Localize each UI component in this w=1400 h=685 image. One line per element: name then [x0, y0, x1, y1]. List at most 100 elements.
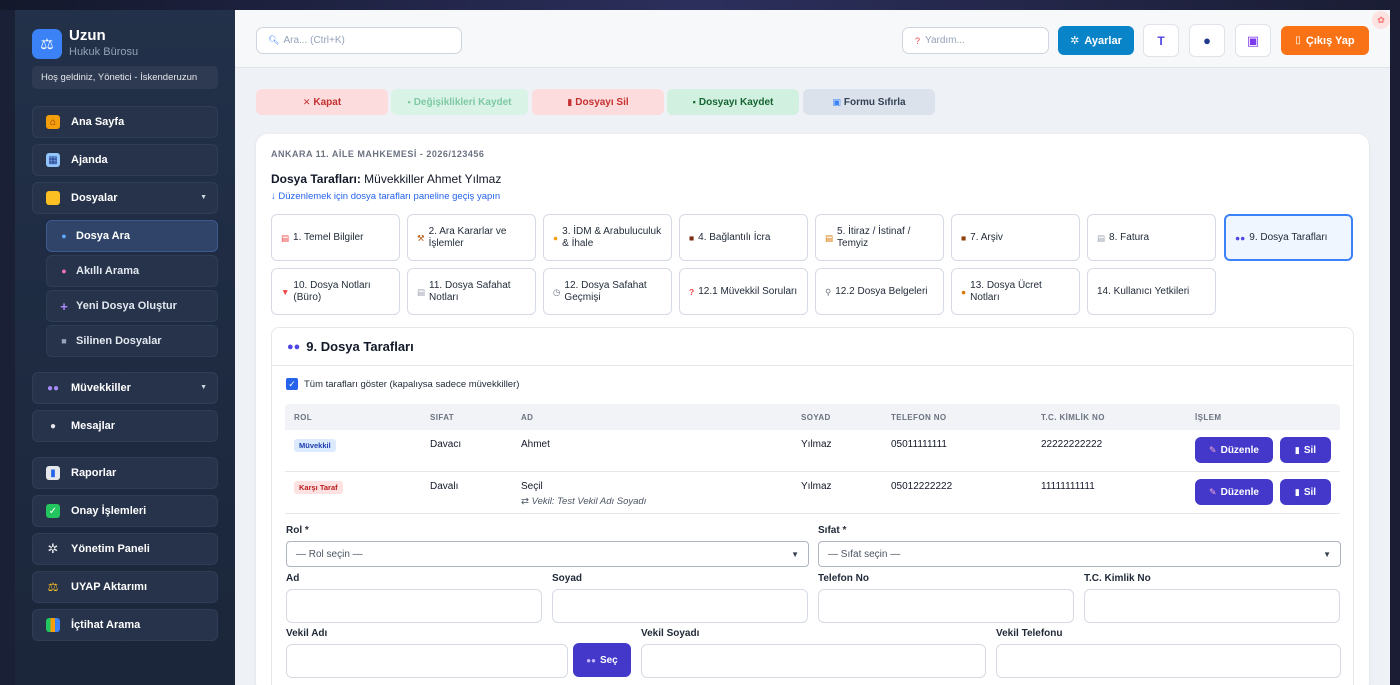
- tab-label: 10. Dosya Notları (Büro): [293, 279, 371, 303]
- sidebar-item-label: UYAP Aktarımı: [71, 581, 148, 593]
- tc-label: T.C. Kimlik No: [1084, 573, 1151, 584]
- scroll-icon: ▤: [825, 232, 834, 243]
- column-header: AD: [521, 413, 534, 422]
- settings-button[interactable]: ✲ Ayarlar: [1058, 26, 1134, 55]
- tab-mediation-auction[interactable]: ● 3. İDM & Arabuluculuk & İhale: [543, 214, 672, 261]
- tab-label: 11. Dosya Safahat Notları: [429, 279, 511, 303]
- users-icon: ●●: [1235, 232, 1246, 243]
- teams-button[interactable]: T: [1143, 24, 1179, 57]
- tc-input[interactable]: [1084, 589, 1340, 623]
- sidebar-item-label: Yönetim Paneli: [71, 543, 150, 555]
- rol-select[interactable]: — Rol seçin — ▼: [286, 541, 809, 567]
- checkbox-checked-icon[interactable]: ✓: [286, 378, 298, 390]
- tab-progress-notes[interactable]: ▤ 11. Dosya Safahat Notları: [407, 268, 536, 315]
- tab-user-permissions[interactable]: 14. Kullanıcı Yetkileri: [1087, 268, 1216, 315]
- vekil-adi-input[interactable]: [286, 644, 568, 678]
- cell-soyad: Yılmaz: [801, 481, 832, 492]
- sidebar-subitem-new-file[interactable]: + Yeni Dosya Oluştur: [46, 290, 218, 322]
- role-badge: Karşı Taraf: [294, 481, 343, 494]
- ad-input[interactable]: [286, 589, 542, 623]
- top-bar: 🔍︎ Ara... (Ctrl+K) ? Yardım... ✲ Ayarlar…: [235, 10, 1390, 68]
- sidebar-subitem-deleted-files[interactable]: ■ Silinen Dosyalar: [46, 325, 218, 357]
- telefon-label: Telefon No: [818, 573, 869, 584]
- sidebar-item-reports[interactable]: ▮ Raporlar: [32, 457, 218, 489]
- delete-label: Sil: [1303, 444, 1317, 456]
- brand-subtitle: Hukuk Bürosu: [69, 46, 139, 58]
- parties-label: Dosya Tarafları:: [271, 172, 361, 186]
- close-icon: ✕: [302, 96, 311, 107]
- sidebar-item-uyap-transfer[interactable]: ⚖ UYAP Aktarımı: [32, 571, 218, 603]
- save-file-label: Dosyayı Kaydet: [698, 96, 774, 108]
- reset-form-button[interactable]: ▣ Formu Sıfırla: [803, 89, 935, 115]
- sidebar-item-case-law-search[interactable]: İçtihat Arama: [32, 609, 218, 641]
- gavel-icon: ⚒: [417, 232, 425, 243]
- sidebar-item-label: Dosya Ara: [76, 230, 131, 242]
- select-attorney-button[interactable]: ●● Seç: [573, 643, 631, 677]
- telefon-input[interactable]: [818, 589, 1074, 623]
- tab-invoice[interactable]: ▤ 8. Fatura: [1087, 214, 1216, 261]
- close-button[interactable]: ✕ Kapat: [256, 89, 388, 115]
- logout-button[interactable]: ▯ Çıkış Yap: [1281, 26, 1369, 55]
- tab-appeals[interactable]: ▤ 5. İtiraz / İstinaf / Temyiz: [815, 214, 944, 261]
- delete-file-button[interactable]: ▮ Dosyayı Sil: [532, 89, 664, 115]
- edit-button[interactable]: ✎ Düzenle: [1195, 479, 1273, 505]
- parties-table-header: ROL SIFAT AD SOYAD TELEFON NO T.C. KİMLİ…: [285, 404, 1340, 430]
- tab-interim-decisions[interactable]: ⚒ 2. Ara Kararlar ve İşlemler: [407, 214, 536, 261]
- receipt-icon: ▤: [1097, 232, 1106, 243]
- sidebar-subitem-file-search[interactable]: ● Dosya Ara: [46, 220, 218, 252]
- vekil-soyadi-input[interactable]: [641, 644, 986, 678]
- sidebar-item-label: Silinen Dosyalar: [76, 335, 162, 347]
- sidebar-item-clients[interactable]: ●● Müvekkiller ▼: [32, 372, 218, 404]
- global-search-input[interactable]: 🔍︎ Ara... (Ctrl+K): [256, 27, 462, 54]
- soyad-input[interactable]: [552, 589, 808, 623]
- sifat-label: Sıfat *: [818, 525, 847, 536]
- tab-linked-enforcement[interactable]: ■ 4. Bağlantılı İcra: [679, 214, 808, 261]
- tab-basic-info[interactable]: ▤ 1. Temel Bilgiler: [271, 214, 400, 261]
- table-row: Karşı Taraf Davalı Seçil ⇄ Vekil: Test V…: [285, 472, 1340, 514]
- sidebar-item-home[interactable]: ⌂ Ana Sayfa: [32, 106, 218, 138]
- tab-file-documents[interactable]: ⚲ 12.2 Dosya Belgeleri: [815, 268, 944, 315]
- plus-icon: +: [60, 298, 68, 314]
- sidebar-item-approvals[interactable]: ✓ Onay İşlemleri: [32, 495, 218, 527]
- show-all-parties-toggle[interactable]: ✓ Tüm tarafları göster (kapalıysa sadece…: [286, 378, 519, 390]
- delete-button[interactable]: ▮ Sil: [1280, 479, 1331, 505]
- robot-icon: ▣: [1246, 32, 1260, 48]
- tab-archive[interactable]: ■ 7. Arşiv: [951, 214, 1080, 261]
- floppy-disk-icon: ▪: [407, 97, 411, 107]
- search-icon: 🔍︎: [268, 35, 280, 45]
- cell-sifat: Davalı: [430, 481, 459, 492]
- vekil-telefonu-input[interactable]: [996, 644, 1341, 678]
- box-icon: ■: [961, 232, 967, 243]
- sidebar-item-files[interactable]: Dosyalar ▼: [32, 182, 218, 214]
- edit-button[interactable]: ✎ Düzenle: [1195, 437, 1273, 463]
- save-file-button[interactable]: ▪ Dosyayı Kaydet: [667, 89, 799, 115]
- brand[interactable]: ⚖ Uzun Hukuk Bürosu: [32, 28, 138, 59]
- sidebar-subitem-smart-search[interactable]: ● Akıllı Arama: [46, 255, 218, 287]
- delete-button[interactable]: ▮ Sil: [1280, 437, 1331, 463]
- column-header: SIFAT: [430, 413, 455, 422]
- tab-progress-history[interactable]: ◷ 12. Dosya Safahat Geçmişi: [543, 268, 672, 315]
- assistant-button[interactable]: ▣: [1235, 24, 1271, 57]
- tab-client-questions[interactable]: ? 12.1 Müvekkil Soruları: [679, 268, 808, 315]
- save-changes-button[interactable]: ▪ Değişiklikleri Kaydet: [391, 89, 528, 115]
- notification-avatar[interactable]: ✿: [1372, 11, 1390, 29]
- sidebar-item-agenda[interactable]: ▦ Ajanda: [32, 144, 218, 176]
- cell-tc: 22222222222: [1041, 439, 1103, 450]
- question-mark-icon: ?: [915, 35, 921, 46]
- sidebar-item-admin-panel[interactable]: ✲ Yönetim Paneli: [32, 533, 218, 565]
- sidebar-item-messages[interactable]: ● Mesajlar: [32, 410, 218, 442]
- floppy-disk-icon: ▪: [692, 97, 696, 107]
- tab-office-notes[interactable]: ▼ 10. Dosya Notları (Büro): [271, 268, 400, 315]
- rol-placeholder: — Rol seçin —: [296, 548, 363, 560]
- paperclip-icon: ⚲: [825, 286, 832, 297]
- profile-button[interactable]: ●: [1189, 24, 1225, 57]
- main-content: 🔍︎ Ara... (Ctrl+K) ? Yardım... ✲ Ayarlar…: [235, 10, 1390, 685]
- jump-to-parties-link[interactable]: ↓ Düzenlemek için dosya tarafları paneli…: [271, 191, 500, 202]
- teams-icon: T: [1157, 33, 1165, 48]
- help-search-input[interactable]: ? Yardım...: [902, 27, 1049, 54]
- tab-fee-notes[interactable]: ● 13. Dosya Ücret Notları: [951, 268, 1080, 315]
- sifat-select[interactable]: — Sıfat seçin — ▼: [818, 541, 1341, 567]
- calendar-icon: ▦: [46, 153, 60, 167]
- tab-file-parties[interactable]: ●● 9. Dosya Tarafları: [1224, 214, 1353, 261]
- reset-form-label: Formu Sıfırla: [843, 96, 906, 108]
